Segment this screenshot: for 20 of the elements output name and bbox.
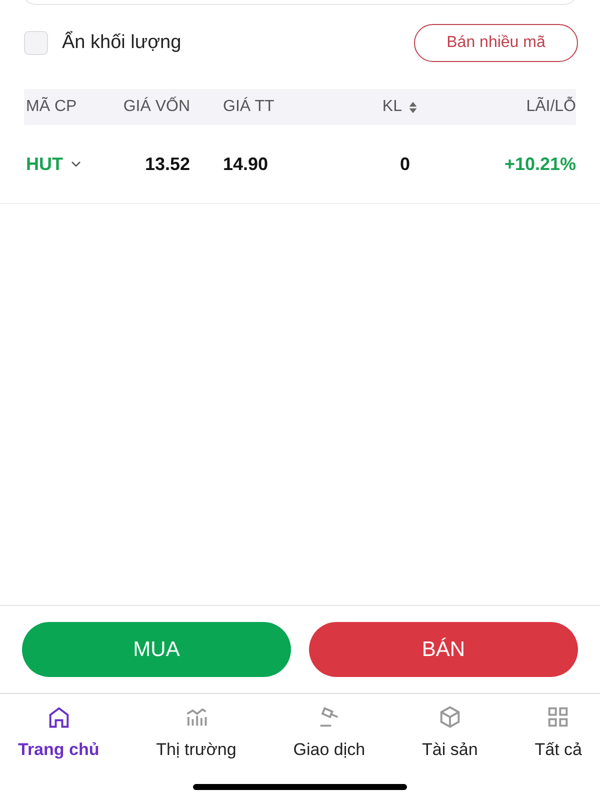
column-header: GIÁ TT [222,98,276,116]
table-cell-text: 13.52 [144,154,190,174]
table-cell-text: 0 [398,154,411,174]
nav-tab[interactable]: Tài sản [410,704,490,784]
table-cell-text: 14.90 [222,154,270,174]
column-header: GIÁ VỐN [122,98,190,116]
checkbox[interactable] [24,31,48,55]
column-header: MÃ CP [25,98,78,116]
nav-tab[interactable]: Trang chủ [6,704,112,784]
table-cell-text: +10.21% [503,154,576,174]
sell-button[interactable]: BÁN [309,622,578,677]
checkbox-label: Ẩn khối lượng [62,32,182,54]
nav-tab[interactable]: Thị trường [144,704,248,784]
column-header[interactable]: KL [382,98,402,116]
nav-tab[interactable]: Giao dịch [281,704,378,784]
sort-icon[interactable] [408,100,418,114]
sell-many-button[interactable]: Bán nhiều mã [414,24,578,62]
chevron-down-icon[interactable] [71,161,81,167]
nav-tab[interactable]: Tất cả [522,704,594,784]
column-header: LÃI/LỖ [525,98,576,116]
